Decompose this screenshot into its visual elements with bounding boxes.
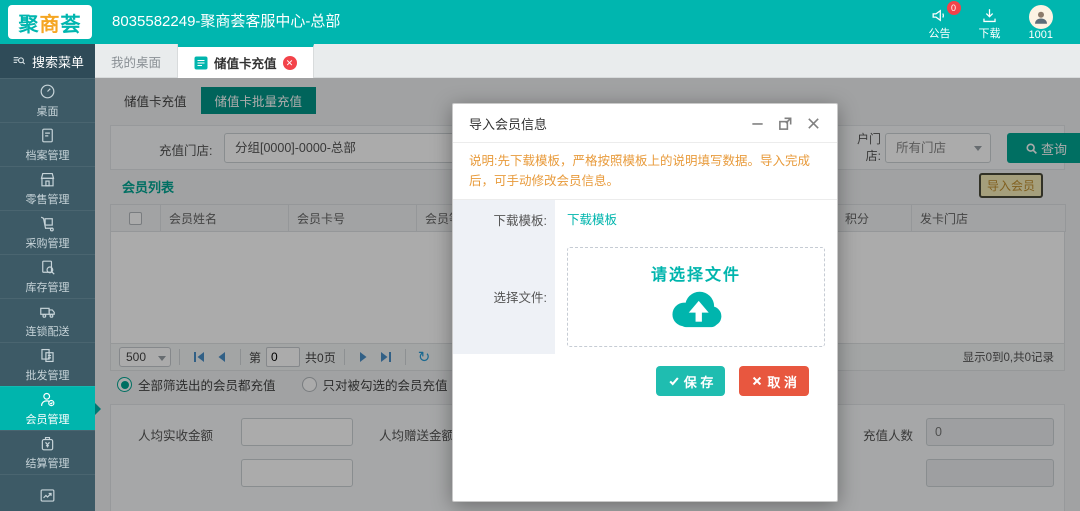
upload-placeholder: 请选择文件 xyxy=(651,261,741,285)
template-row: 下载模板: 下载模板 xyxy=(453,200,837,238)
announcement-label: 公告 xyxy=(929,25,951,41)
sidebar-item-reports[interactable] xyxy=(0,474,95,511)
tab-label: 我的桌面 xyxy=(111,52,161,71)
person-icon xyxy=(1032,8,1050,26)
sidebar-item-purchase[interactable]: 采购管理 xyxy=(0,210,95,254)
search-menu-label: 搜索菜单 xyxy=(32,52,84,71)
documents-icon xyxy=(38,346,57,365)
tab-label: 储值卡充值 xyxy=(214,53,277,72)
minimize-icon[interactable] xyxy=(750,116,765,131)
money-bag-icon xyxy=(38,434,57,453)
archive-icon xyxy=(38,126,57,145)
template-label: 下载模板: xyxy=(453,200,555,238)
search-menu-icon xyxy=(11,53,27,69)
inventory-icon xyxy=(38,258,57,277)
report-chart-icon xyxy=(38,486,57,505)
sidebar-item-label: 结算管理 xyxy=(26,455,70,471)
cancel-button[interactable]: 取 消 xyxy=(739,366,809,396)
sidebar-item-archives[interactable]: 档案管理 xyxy=(0,122,95,166)
import-members-dialog: 导入会员信息 说明:先下载模板，严格按照模板上的说明填写数据。导入完成后，可手动… xyxy=(452,103,838,502)
logo-text-2: 荟 xyxy=(61,8,82,37)
sidebar: 搜索菜单 桌面 档案管理 零售管理 采购管理 库存管理 连锁配送 批发管理 xyxy=(0,44,95,511)
file-row: 选择文件: 请选择文件 xyxy=(453,238,837,354)
truck-icon xyxy=(38,302,57,321)
logo-accent: 商 xyxy=(40,8,61,37)
member-icon xyxy=(38,390,57,409)
dialog-footer: 保 存 取 消 xyxy=(453,354,837,396)
download-label: 下载 xyxy=(979,25,1001,41)
tab-close-icon[interactable]: ✕ xyxy=(283,56,297,70)
sidebar-item-label: 批发管理 xyxy=(26,367,70,383)
app-window: 聚商荟 8035582249-聚商荟客服中心-总部 0 公告 下载 1001 xyxy=(0,0,1080,511)
user-id-label: 1001 xyxy=(1029,29,1053,41)
tab-card-recharge[interactable]: 储值卡充值 ✕ xyxy=(178,44,314,78)
app-logo: 聚商荟 xyxy=(8,5,92,39)
store-icon xyxy=(38,170,57,189)
top-header: 聚商荟 8035582249-聚商荟客服中心-总部 0 公告 下载 1001 xyxy=(0,0,1080,44)
download-template-link[interactable]: 下载模板 xyxy=(567,213,617,227)
sidebar-item-delivery[interactable]: 连锁配送 xyxy=(0,298,95,342)
announcement-button[interactable]: 0 公告 xyxy=(929,6,951,41)
tab-bar: 我的桌面 储值卡充值 ✕ xyxy=(95,44,1080,78)
cancel-button-label: 取 消 xyxy=(767,372,797,391)
sidebar-item-inventory[interactable]: 库存管理 xyxy=(0,254,95,298)
dialog-title: 导入会员信息 xyxy=(469,114,547,133)
save-button-label: 保 存 xyxy=(684,372,714,391)
sidebar-item-label: 采购管理 xyxy=(26,235,70,251)
download-button[interactable]: 下载 xyxy=(979,6,1001,41)
logo-text: 聚 xyxy=(19,8,40,37)
cloud-upload-icon xyxy=(667,289,725,329)
sidebar-item-retail[interactable]: 零售管理 xyxy=(0,166,95,210)
sidebar-item-label: 会员管理 xyxy=(26,411,70,427)
trolley-icon xyxy=(38,214,57,233)
sidebar-item-label: 零售管理 xyxy=(26,191,70,207)
window-title: 8035582249-聚商荟客服中心-总部 xyxy=(112,0,340,44)
dashboard-icon xyxy=(38,82,57,101)
file-upload-dropzone[interactable]: 请选择文件 xyxy=(567,247,825,347)
announcement-badge: 0 xyxy=(947,1,961,15)
sidebar-item-label: 连锁配送 xyxy=(26,323,70,339)
save-button[interactable]: 保 存 xyxy=(656,366,726,396)
close-icon[interactable] xyxy=(806,116,821,131)
check-icon xyxy=(668,375,680,387)
maximize-icon[interactable] xyxy=(778,116,793,131)
sidebar-item-label: 桌面 xyxy=(37,103,59,119)
sidebar-item-settlement[interactable]: 结算管理 xyxy=(0,430,95,474)
dialog-header[interactable]: 导入会员信息 xyxy=(453,104,837,142)
dialog-notice: 说明:先下载模板，严格按照模板上的说明填写数据。导入完成后，可手动修改会员信息。 xyxy=(453,142,837,200)
file-label: 选择文件: xyxy=(453,238,555,354)
download-icon xyxy=(980,6,999,25)
sidebar-item-members[interactable]: 会员管理 xyxy=(0,386,95,430)
sidebar-search-menu[interactable]: 搜索菜单 xyxy=(0,44,95,78)
sidebar-item-label: 档案管理 xyxy=(26,147,70,163)
sidebar-item-label: 库存管理 xyxy=(26,279,70,295)
avatar xyxy=(1029,5,1053,29)
document-icon xyxy=(194,56,208,70)
user-menu[interactable]: 1001 xyxy=(1029,5,1053,41)
sidebar-item-wholesale[interactable]: 批发管理 xyxy=(0,342,95,386)
sidebar-item-desktop[interactable]: 桌面 xyxy=(0,78,95,122)
x-icon xyxy=(751,375,763,387)
tab-my-desktop[interactable]: 我的桌面 xyxy=(95,44,178,78)
